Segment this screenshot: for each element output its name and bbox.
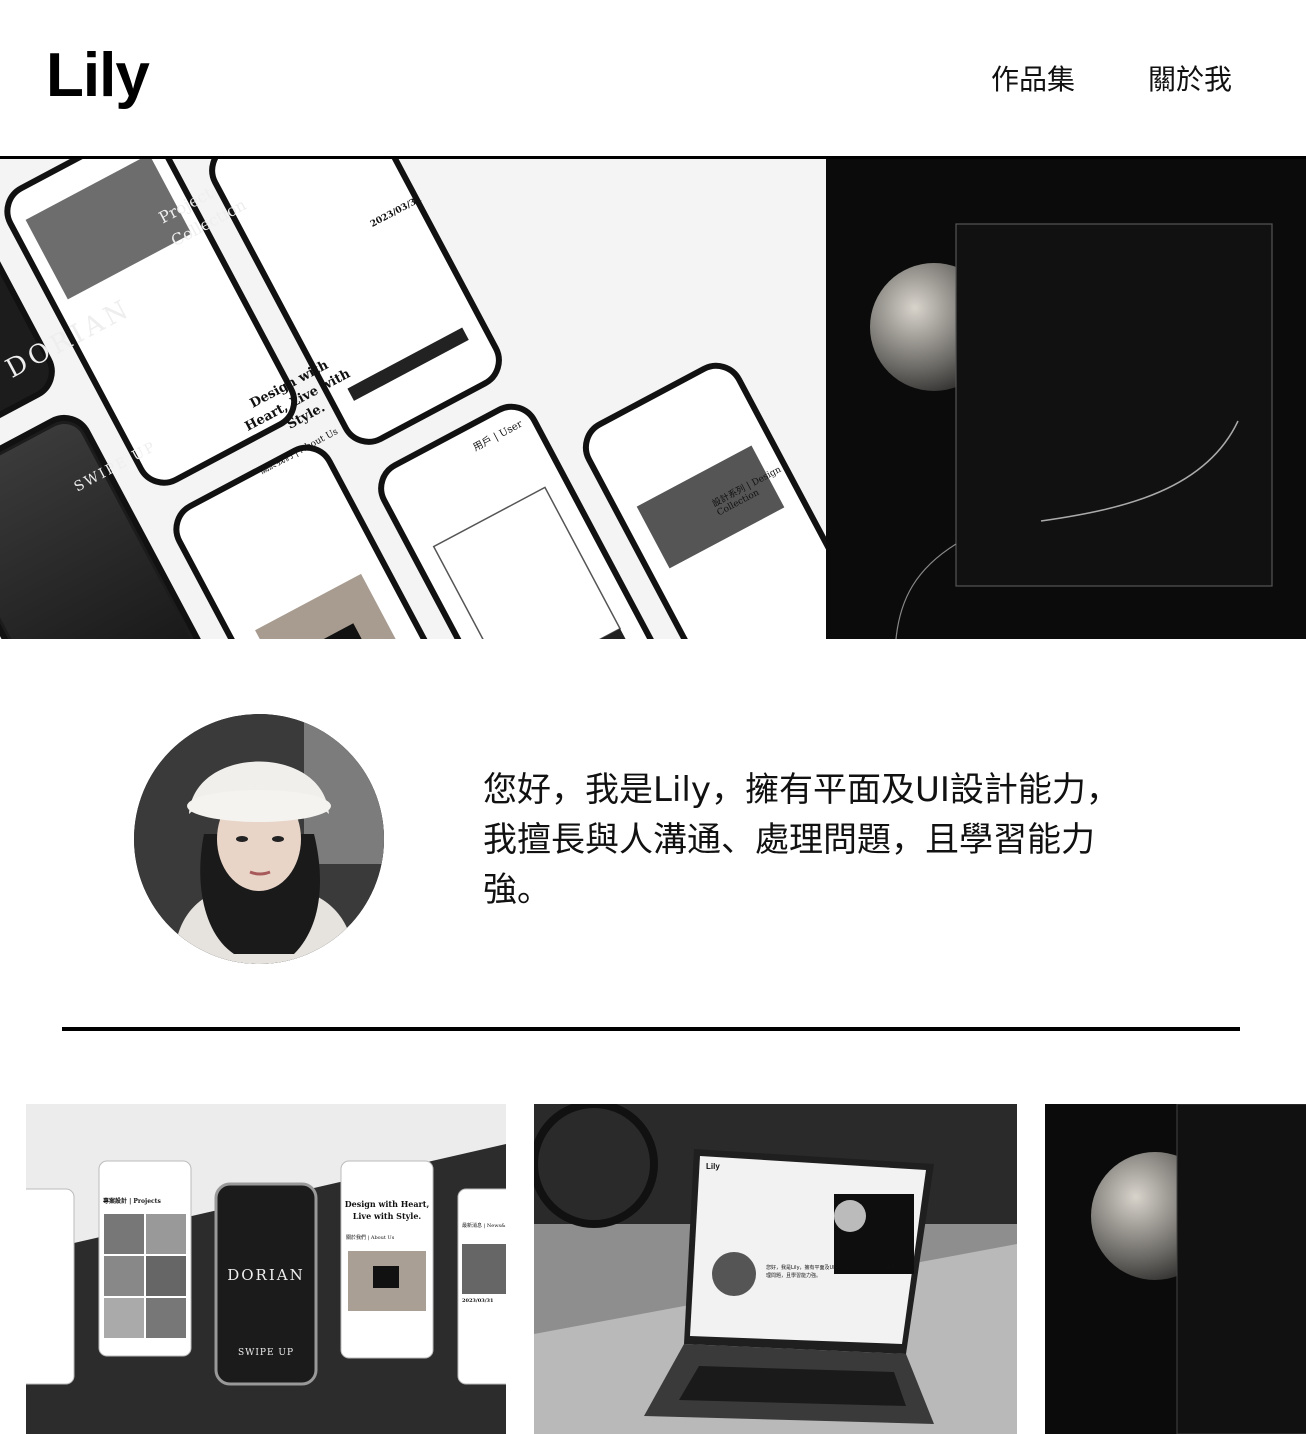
profile-avatar [134,714,384,964]
phone-mockup-illustration [0,159,826,639]
portfolio-page: Lily 作品集 關於我 DORIAN SWIPE UP Project Col… [0,0,1306,1434]
g1-swipe-label: SWIPE UP [237,1348,295,1358]
g1-news-label: 最新消息 | News& [462,1223,506,1229]
hero-abstract-art [826,159,1306,639]
intro-line-3: 強。 [483,870,551,910]
hero-banner: DORIAN SWIPE UP Project Collection Desig… [0,159,1306,639]
section-divider [62,1027,1240,1031]
g1-date-label: 2023/03/31 [462,1298,494,1304]
g1-about-label: 關於我們 | About Us [346,1235,395,1241]
g1-projects-label: 專案設計 | Projects [103,1198,161,1205]
intro-line-1: 您好，我是Lily，擁有平面及UI設計能力， [483,770,1120,810]
nav-link-about[interactable]: 關於我 [1148,58,1232,98]
g1-heart-title: Design with Heart, Live with Style. [344,1199,430,1221]
intro-text: 您好，我是Lily，擁有平面及UI設計能力， 我擅長與人溝通、處理問題，且學習能… [483,765,1183,915]
site-header: Lily 作品集 關於我 [0,0,1306,156]
abstract-moon-art [826,159,1306,639]
main-nav: 作品集 關於我 [0,58,1306,98]
nav-link-portfolio[interactable]: 作品集 [991,58,1075,98]
g2-laptop-logo: Lily [706,1162,720,1171]
gallery-item-laptop[interactable]: Lily 您好，我是Lily，擁有平面及UI設計能力，我擅長與人溝通、處理問題，… [534,1104,1017,1434]
gallery-item-phone-mockups[interactable]: DORIAN SWIPE UP 專案設計 | Projects Design w… [26,1104,506,1434]
abstract-moon-thumb [1045,1104,1306,1434]
g2-laptop-text: 您好，我是Lily，擁有平面及UI設計能力，我擅長與人溝通、處理問題，且學習能力… [766,1265,905,1279]
intro-line-2: 我擅長與人溝通、處理問題，且學習能力 [483,820,1095,860]
g1-dorian-label: DORIAN [227,1266,305,1284]
avatar-illustration [134,714,384,964]
hero-phone-mockups: DORIAN SWIPE UP Project Collection Desig… [0,159,826,639]
gallery-item-abstract[interactable] [1045,1104,1306,1434]
